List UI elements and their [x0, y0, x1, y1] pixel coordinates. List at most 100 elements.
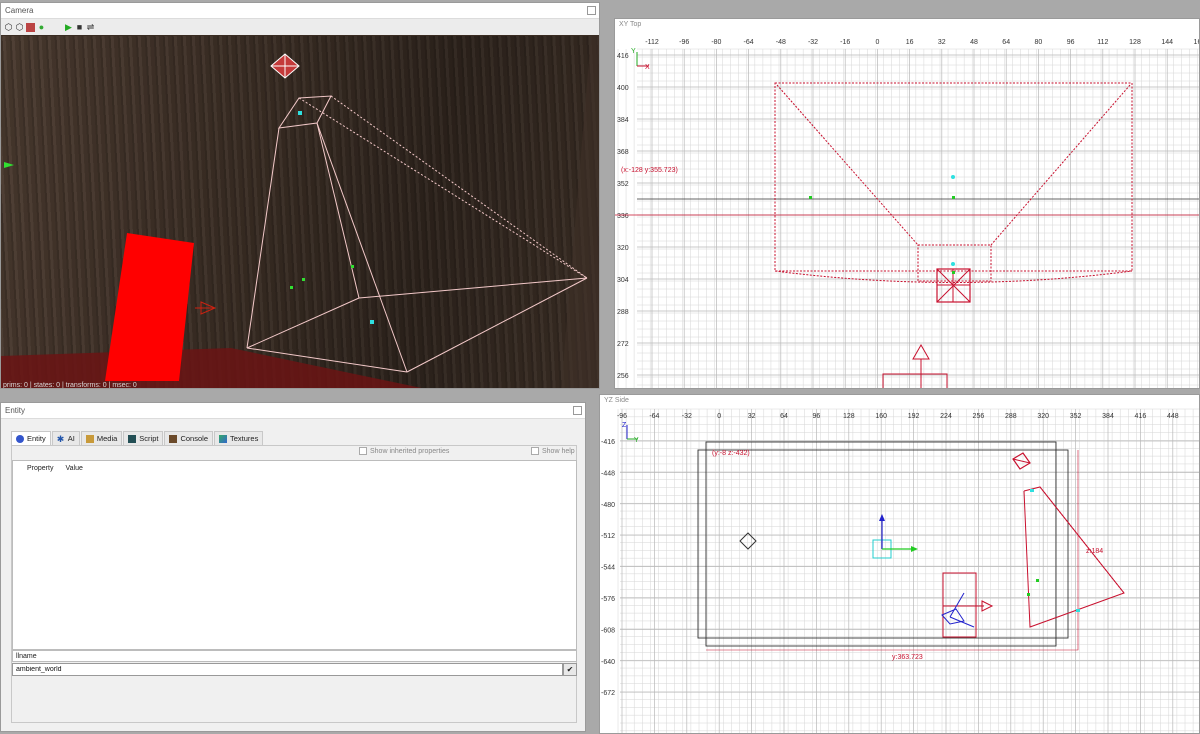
tab-ai[interactable]: ✱ AI [51, 431, 80, 445]
textures-icon [219, 434, 227, 443]
show-help-toggle[interactable]: Show help [531, 447, 575, 455]
property-column: Property [27, 465, 54, 472]
y-tick-label: 416 [1135, 413, 1147, 420]
y-tick-label: 0 [717, 413, 721, 420]
green-point [290, 286, 293, 289]
y-tick-label: 160 [875, 413, 887, 420]
stop-icon[interactable]: ■ [75, 22, 84, 32]
camera-gizmo [911, 546, 918, 552]
camera-title: Camera [5, 6, 34, 15]
y-tick-label: -32 [682, 413, 692, 420]
y-tick-label: -96 [617, 413, 627, 420]
y-tick-label: 256 [617, 373, 629, 380]
y-tick-label: 448 [1167, 413, 1179, 420]
light-frustum [246, 95, 588, 373]
render-stats: prims: 0 | states: 0 | transforms: 0 | m… [3, 382, 137, 389]
x-tick-label: 16 [906, 39, 914, 46]
y-tick-label: 304 [617, 277, 629, 284]
x-tick-label: 144 [1161, 39, 1173, 46]
x-tick-label: -64 [744, 39, 754, 46]
green-point [952, 271, 955, 274]
y-tick-label: 96 [813, 413, 821, 420]
y-tick-label: 416 [617, 53, 629, 60]
y-tick-label: 368 [617, 149, 629, 156]
property-header: Property Value [13, 463, 576, 475]
z-tick-label: -672 [601, 690, 615, 697]
sphere-icon[interactable]: ● [37, 22, 46, 32]
value-column: Value [65, 465, 83, 472]
tab-script[interactable]: Script [123, 431, 164, 445]
cyan-point [370, 320, 374, 324]
cube-icon[interactable]: ⬡ [15, 22, 24, 32]
entity-tabs: Entity ✱ AI Media Script Console Textures [11, 431, 585, 445]
dimension-label: y:363.723 [892, 654, 923, 661]
xy-top-view[interactable]: -112 -96 -80 -64 -48 -32 -16 0 16 32 48 64 80 96 112 12… [614, 18, 1200, 389]
help-checkbox[interactable] [531, 447, 539, 455]
show-inherited-toggle[interactable]: Show inherited properties [359, 447, 449, 455]
x-tick-label: -96 [679, 39, 689, 46]
green-point [351, 265, 354, 268]
coordinate-readout: (x:-128 y:355.723) [621, 167, 678, 174]
cyan-point [951, 262, 955, 266]
x-tick-label: 80 [1035, 39, 1043, 46]
maximize-button[interactable] [573, 406, 582, 415]
x-tick-label: 112 [1097, 39, 1108, 46]
yz-title: YZ Side [604, 397, 629, 404]
brush-outline [882, 373, 948, 388]
xy-title: XY Top [619, 21, 642, 28]
green-point [809, 196, 812, 199]
axis-x-label: X [645, 64, 650, 71]
camera-gizmo [879, 514, 885, 521]
tab-console[interactable]: Console [164, 431, 213, 445]
entity-title: Entity [5, 406, 26, 415]
cube-icon[interactable]: ⬡ [4, 22, 13, 32]
x-tick-label: 64 [1002, 39, 1010, 46]
camera-viewport[interactable]: prims: 0 | states: 0 | transforms: 0 | m… [1, 36, 599, 389]
tab-textures[interactable]: Textures [214, 431, 264, 445]
y-tick-label: 400 [617, 85, 629, 92]
x-tick-label: -48 [776, 39, 786, 46]
dimension-guide [706, 450, 1079, 651]
inherited-checkbox[interactable] [359, 447, 367, 455]
x-tick-label: 0 [875, 39, 879, 46]
y-tick-label: 128 [843, 413, 855, 420]
camera-titlebar: Camera [1, 3, 599, 19]
x-tick-label: -80 [711, 39, 721, 46]
x-tick-label: 128 [1129, 39, 1141, 46]
play-icon[interactable]: ▶ [64, 22, 73, 32]
tab-entity[interactable]: Entity [11, 431, 51, 445]
y-tick-label: 224 [940, 413, 952, 420]
y-tick-label: 192 [908, 413, 920, 420]
x-tick-label: 96 [1067, 39, 1075, 46]
y-tick-label: 320 [617, 245, 629, 252]
script-icon [128, 434, 137, 443]
confirm-button[interactable]: ✔ [563, 663, 577, 676]
maximize-button[interactable] [587, 6, 596, 15]
property-table[interactable]: Property Value [12, 460, 577, 650]
y-tick-label: 384 [1102, 413, 1114, 420]
camera-panel: Camera ⬡ ⬡ ● ▶ ■ ⇌ prims: 0 | states: 0 … [0, 2, 600, 389]
light-entity [270, 53, 300, 79]
tab-media[interactable]: Media [80, 431, 123, 445]
xy-grid[interactable]: -112 -96 -80 -64 -48 -32 -16 0 16 32 48 64 80 96 112 12… [615, 19, 1200, 389]
y-tick-label: 32 [748, 413, 756, 420]
entity-icon [16, 434, 24, 443]
red-brush [105, 233, 194, 381]
green-point [302, 278, 305, 281]
texture-icon[interactable] [26, 22, 35, 32]
z-tick-label: -480 [601, 502, 615, 509]
z-tick-label: -608 [601, 627, 615, 634]
green-point [952, 196, 955, 199]
green-point [1036, 579, 1039, 582]
yz-grid[interactable]: -96 -64 -32 0 32 64 96 128 160 192 224 256 288 320 352… [600, 395, 1200, 734]
entity-panel: Entity Entity ✱ AI Media Script Console T… [0, 402, 586, 732]
path-icon[interactable]: ⇌ [86, 22, 95, 32]
x-tick-label: -112 [645, 39, 659, 46]
x-tick-label: 48 [970, 39, 978, 46]
x-tick-label: -16 [840, 39, 850, 46]
key-value-input[interactable] [12, 663, 563, 676]
z-tick-label: -416 [601, 439, 615, 446]
x-tick-label: 32 [938, 39, 946, 46]
z-tick-label: -576 [601, 596, 615, 603]
yz-side-view[interactable]: -96 -64 -32 0 32 64 96 128 160 192 224 256 288 320 352… [599, 394, 1200, 734]
